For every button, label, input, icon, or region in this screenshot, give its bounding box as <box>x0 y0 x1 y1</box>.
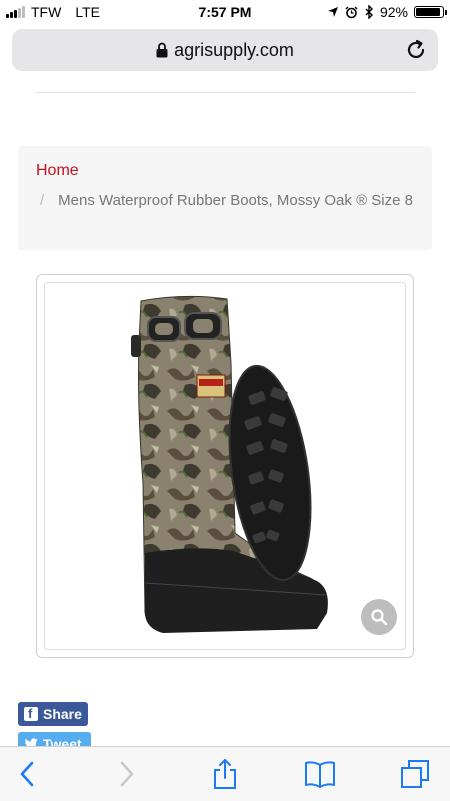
battery-fill <box>416 8 440 16</box>
bluetooth-icon <box>365 5 373 19</box>
breadcrumb-current: / Mens Waterproof Rubber Boots, Mossy Oak… <box>36 187 414 215</box>
header-divider <box>35 92 415 93</box>
back-button[interactable] <box>10 757 44 791</box>
book-icon <box>305 761 335 788</box>
address-bar[interactable]: agrisupply.com <box>12 29 438 71</box>
breadcrumb-home-link[interactable]: Home <box>36 159 414 183</box>
tabs-icon <box>401 760 429 788</box>
browser-toolbar <box>0 746 450 801</box>
breadcrumb-separator: / <box>40 192 45 209</box>
battery-icon <box>414 6 447 18</box>
battery-percent: 92% <box>379 4 408 20</box>
share-icon <box>214 759 236 789</box>
facebook-icon: f <box>24 707 38 721</box>
forward-button[interactable] <box>110 757 144 791</box>
status-right: 92% <box>327 4 447 20</box>
reload-icon[interactable] <box>404 38 428 62</box>
bookmarks-button[interactable] <box>303 757 337 791</box>
product-image-frame <box>36 274 414 658</box>
chevron-right-icon <box>120 761 134 787</box>
breadcrumb: Home / Mens Waterproof Rubber Boots, Moss… <box>18 146 432 250</box>
alarm-icon <box>345 5 358 18</box>
lock-icon <box>156 42 168 58</box>
location-arrow-icon <box>327 7 338 17</box>
facebook-share-label: Share <box>43 706 82 722</box>
tabs-button[interactable] <box>398 757 432 791</box>
status-bar: TFW LTE 7:57 PM 92% <box>0 0 450 24</box>
breadcrumb-current-label: Mens Waterproof Rubber Boots, Mossy Oak … <box>58 192 413 209</box>
product-image[interactable] <box>44 282 406 650</box>
zoom-button[interactable] <box>361 599 397 635</box>
chevron-left-icon <box>20 761 34 787</box>
share-button[interactable] <box>208 757 242 791</box>
boot-illustration <box>131 295 328 633</box>
magnifier-icon <box>371 609 388 626</box>
facebook-share-button[interactable]: f Share <box>18 702 88 726</box>
url-text: agrisupply.com <box>174 39 294 60</box>
